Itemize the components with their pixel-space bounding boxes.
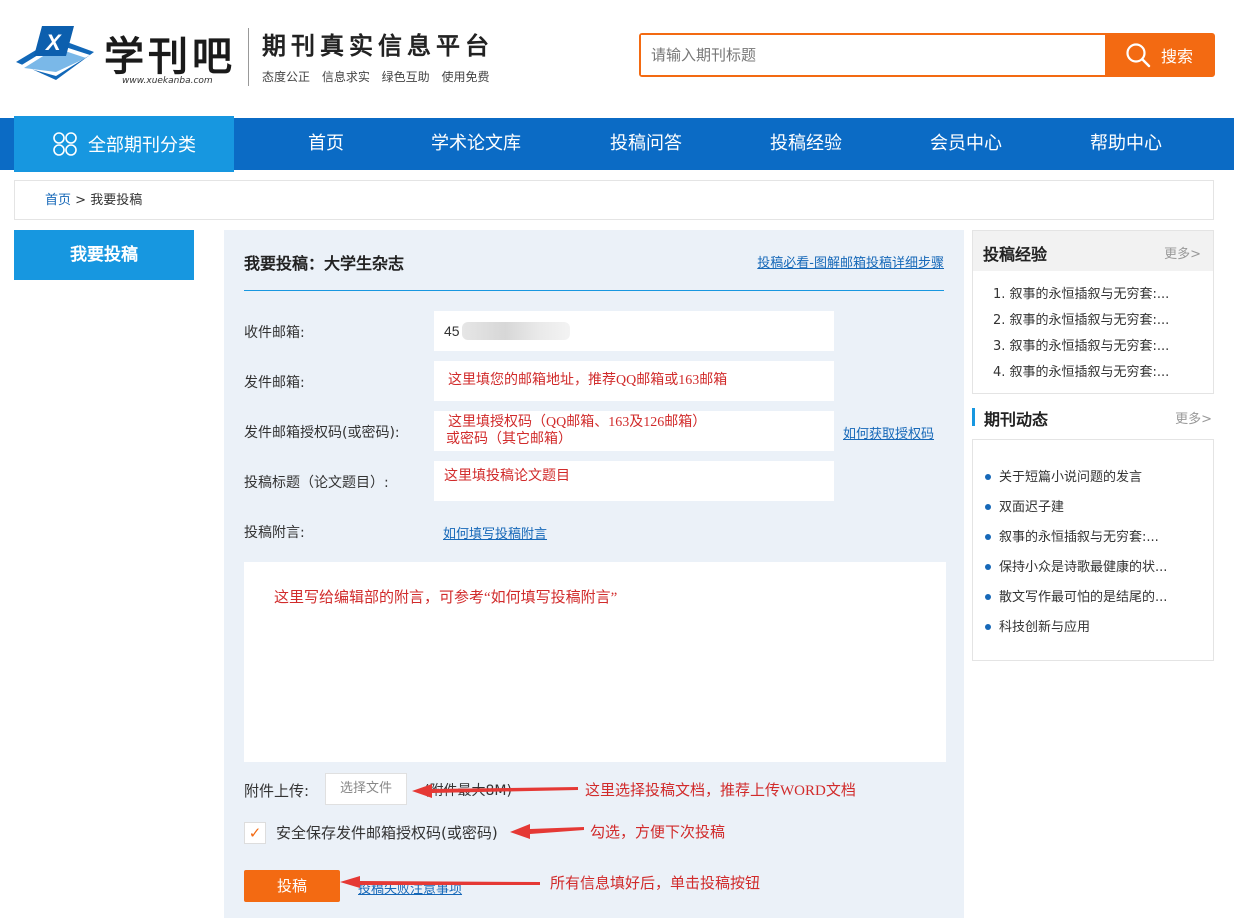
bullet-icon [985, 473, 991, 480]
site-logo[interactable]: X 学刊吧 www.xuekanba.com [12, 18, 242, 92]
submit-button[interactable]: 投稿 [244, 870, 340, 902]
nav-all-categories-label: 全部期刊分类 [88, 135, 196, 156]
subject-field[interactable]: 这里填投稿论文题目 [434, 461, 834, 501]
news-item[interactable]: 散文写作最可怕的是结尾的... [985, 586, 1167, 605]
bullet-icon [985, 503, 991, 510]
grid-icon [53, 132, 77, 156]
submit-paper-side-button[interactable]: 我要投稿 [14, 230, 194, 280]
experience-item[interactable]: 1. 叙事的永恒插叙与无穷套:... [993, 283, 1169, 302]
breadcrumb-separator: > [75, 193, 87, 208]
annotation-submit: 所有信息填好后，单击投稿按钮 [550, 876, 761, 892]
search-button-label: 搜索 [1160, 49, 1193, 66]
experience-box: 投稿经验 更多> 1. 叙事的永恒插叙与无穷套:... 2. 叙事的永恒插叙与无… [972, 230, 1214, 394]
auth-code-label: 发件邮箱授权码(或密码): [244, 425, 400, 441]
news-header-bar [972, 408, 975, 426]
upload-size-note: (附件最大8M) [424, 783, 512, 799]
main-nav: 全部期刊分类 首页 学术论文库 投稿问答 投稿经验 会员中心 帮助中心 [0, 116, 1234, 172]
recipient-email-value: 45 [444, 323, 460, 339]
nav-item-home[interactable]: 首页 [266, 118, 386, 170]
news-box: 关于短篇小说问题的发言 双面迟子建 叙事的永恒插叙与无穷套:... 保持小众是诗… [972, 439, 1214, 661]
submission-form: 我要投稿：大学生杂志 投稿必看-图解邮箱投稿详细步骤 收件邮箱: 45 发件邮箱… [224, 230, 964, 918]
title-divider [244, 290, 944, 291]
guide-link[interactable]: 投稿必看-图解邮箱投稿详细步骤 [757, 252, 944, 271]
news-item[interactable]: 叙事的永恒插叙与无穷套:... [985, 526, 1159, 545]
get-auth-code-link[interactable]: 如何获取授权码 [843, 423, 934, 442]
upload-label: 附件上传: [244, 782, 310, 800]
note-help-link[interactable]: 如何填写投稿附言 [443, 523, 547, 542]
auth-code-field[interactable]: 这里填授权码（QQ邮箱、163及126邮箱） 或密码（其它邮箱） [434, 411, 834, 451]
experience-title: 投稿经验 [983, 245, 1048, 264]
nav-item-library[interactable]: 学术论文库 [416, 118, 536, 170]
auth-code-hint-line1: 这里填授权码（QQ邮箱、163及126邮箱） [448, 415, 707, 430]
experience-more-link[interactable]: 更多> [1164, 243, 1201, 262]
search-icon [1126, 43, 1151, 68]
news-item-label: 散文写作最可怕的是结尾的... [999, 590, 1168, 605]
bullet-icon [985, 563, 991, 570]
nav-item-experience[interactable]: 投稿经验 [746, 118, 866, 170]
experience-item[interactable]: 2. 叙事的永恒插叙与无穷套:... [993, 309, 1169, 328]
note-label: 投稿附言: [244, 525, 305, 541]
redacted-email-blur [461, 322, 570, 340]
header-divider [248, 28, 249, 86]
logo-name: 学刊吧 [104, 33, 236, 80]
news-item-label: 科技创新与应用 [999, 620, 1091, 635]
news-item[interactable]: 保持小众是诗歌最健康的状... [985, 556, 1167, 575]
nav-item-help[interactable]: 帮助中心 [1066, 118, 1186, 170]
news-item[interactable]: 科技创新与应用 [985, 616, 1090, 635]
failure-notice-link[interactable]: 投稿失败注意事项 [358, 878, 462, 897]
nav-item-qa[interactable]: 投稿问答 [586, 118, 706, 170]
news-item-label: 保持小众是诗歌最健康的状... [999, 560, 1168, 575]
experience-item[interactable]: 3. 叙事的永恒插叙与无穷套:... [993, 335, 1169, 354]
nav-all-categories[interactable]: 全部期刊分类 [14, 116, 234, 172]
choose-file-button[interactable]: 选择文件 [325, 773, 407, 805]
recipient-email-field[interactable]: 45 [434, 311, 834, 351]
auth-code-hint-line2: 或密码（其它邮箱） [446, 432, 572, 447]
bullet-icon [985, 533, 991, 540]
bullet-icon [985, 623, 991, 630]
bullet-icon [985, 593, 991, 600]
note-textarea[interactable]: 这里写给编辑部的附言，可参考“如何填写投稿附言” [244, 562, 946, 762]
form-title: 我要投稿：大学生杂志 [244, 254, 405, 273]
site-tagline: 态度公正 信息求实 绿色互助 使用免费 [262, 70, 490, 84]
annotation-checkbox: 勾选，方便下次投稿 [590, 825, 726, 841]
search-button[interactable]: 搜索 [1105, 35, 1213, 75]
site-slogan: 期刊真实信息平台 [262, 31, 494, 60]
book-logo-icon: X [16, 26, 94, 80]
news-item[interactable]: 关于短篇小说问题的发言 [985, 466, 1142, 485]
search-bar: 搜索 [639, 33, 1215, 77]
sender-email-field[interactable]: 这里填您的邮箱地址，推荐QQ邮箱或163邮箱 [434, 361, 834, 401]
subject-label: 投稿标题（论文题目）: [244, 475, 389, 491]
experience-item[interactable]: 4. 叙事的永恒插叙与无穷套:... [993, 361, 1169, 380]
logo-url: www.xuekanba.com [122, 76, 213, 86]
annotation-upload: 这里选择投稿文档，推荐上传WORD文档 [585, 783, 856, 799]
news-header: 期刊动态 更多> [972, 404, 1214, 434]
news-item-label: 关于短篇小说问题的发言 [999, 470, 1143, 485]
save-auth-checkbox[interactable]: ✓ [244, 822, 266, 844]
news-item-label: 双面迟子建 [999, 500, 1065, 515]
breadcrumb-current: 我要投稿 [90, 193, 143, 208]
breadcrumb-home[interactable]: 首页 [45, 193, 71, 208]
svg-text:X: X [44, 30, 62, 55]
experience-header: 投稿经验 更多> [973, 231, 1213, 271]
news-more-link[interactable]: 更多> [1175, 408, 1212, 427]
save-auth-label: 安全保存发件邮箱授权码(或密码) [276, 824, 498, 842]
news-item-label: 叙事的永恒插叙与无穷套:... [999, 530, 1159, 545]
news-title: 期刊动态 [984, 410, 1049, 429]
nav-item-member[interactable]: 会员中心 [906, 118, 1026, 170]
news-item[interactable]: 双面迟子建 [985, 496, 1064, 515]
recipient-label: 收件邮箱: [244, 325, 305, 341]
sender-label: 发件邮箱: [244, 375, 305, 391]
breadcrumb: 首页 > 我要投稿 [14, 180, 1214, 220]
search-input[interactable] [641, 35, 1105, 75]
